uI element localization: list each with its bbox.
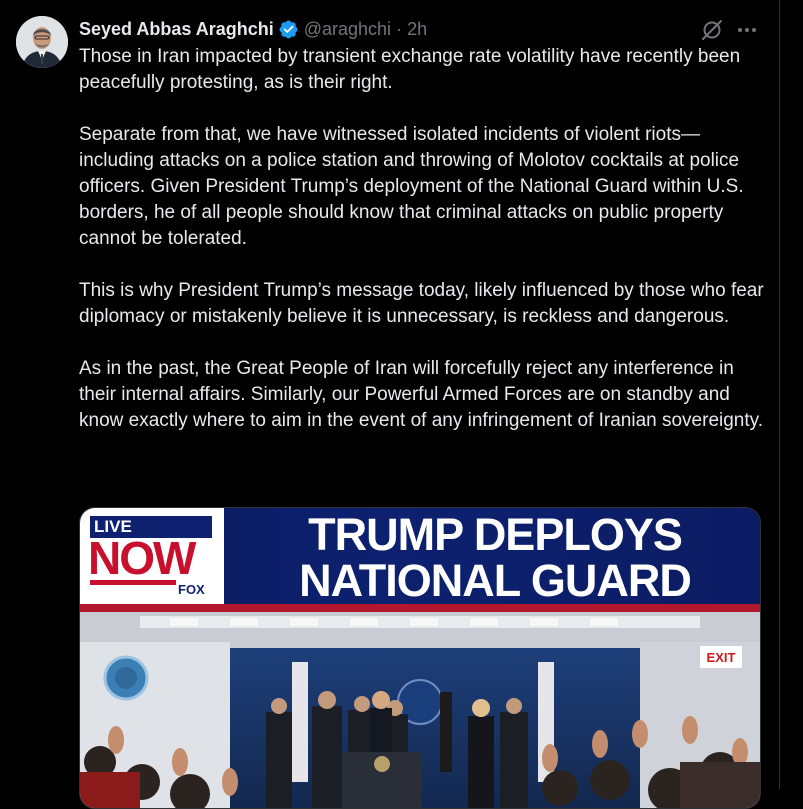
author-avatar[interactable]: [16, 16, 68, 68]
logo-now-label: NOW: [88, 532, 196, 584]
header-separator: ·: [396, 18, 403, 39]
logo-stripe: [90, 580, 176, 585]
more-icon[interactable]: [734, 18, 760, 42]
press-room-scene: EXIT: [80, 612, 760, 808]
banner-headline: TRUMP DEPLOYS NATIONAL GUARD: [240, 512, 750, 604]
live-now-logo: LIVE NOW FOX: [80, 508, 224, 604]
tweet-paragraph: As in the past, the Great People of Iran…: [79, 358, 764, 431]
tweet-header: Seyed Abbas Araghchi @araghchi · 2h: [79, 17, 427, 41]
tweet-media-image[interactable]: LIVE NOW FOX TRUMP DEPLOYS NATIONAL GUAR…: [79, 507, 761, 809]
tweet-text: Those in Iran impacted by transient exch…: [79, 44, 769, 460]
author-handle[interactable]: @araghchi: [304, 19, 391, 40]
press-room-photo: EXIT: [80, 612, 760, 808]
tweet-paragraph: Those in Iran impacted by transient exch…: [79, 46, 741, 93]
exit-sign-label: EXIT: [707, 650, 736, 665]
headline-line-1: TRUMP DEPLOYS: [308, 509, 683, 560]
headline-line-2: NATIONAL GUARD: [299, 555, 692, 606]
author-name[interactable]: Seyed Abbas Araghchi: [79, 19, 274, 40]
banner-red-stripe: [80, 604, 760, 612]
grok-icon[interactable]: [700, 18, 724, 42]
news-banner: LIVE NOW FOX TRUMP DEPLOYS NATIONAL GUAR…: [80, 508, 760, 612]
column-divider: [779, 0, 780, 789]
avatar-image: [16, 16, 68, 68]
tweet-timestamp[interactable]: 2h: [407, 19, 427, 40]
logo-network-label: FOX: [176, 582, 207, 597]
verified-badge-icon[interactable]: [278, 19, 299, 40]
tweet-paragraph: Separate from that, we have witnessed is…: [79, 124, 744, 249]
tweet-paragraph: This is why President Trump’s message to…: [79, 280, 764, 327]
